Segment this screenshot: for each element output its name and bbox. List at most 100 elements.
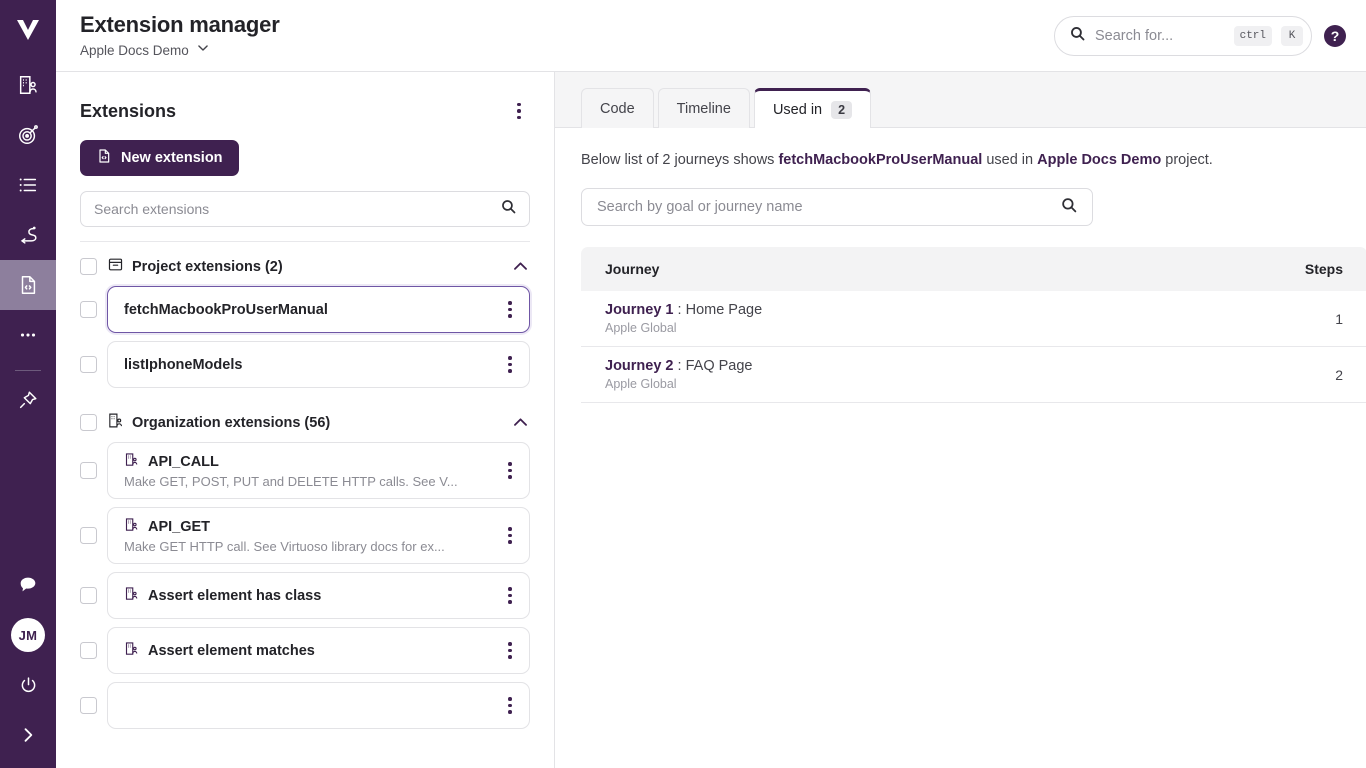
list-icon	[17, 174, 39, 196]
extension-card-listiphonemodels[interactable]: listIphoneModels	[107, 341, 530, 388]
extension-card-body: Assert element matches	[124, 634, 499, 667]
used-in-description: Below list of 2 journeys shows fetchMacb…	[581, 152, 1340, 168]
chevron-up-icon[interactable]	[511, 413, 530, 432]
extension-checkbox[interactable]	[80, 356, 97, 373]
chat-bubble-icon	[17, 574, 39, 596]
extension-card-api-get[interactable]: API_GET Make GET HTTP call. See Virtuoso…	[107, 507, 530, 564]
extension-checkbox[interactable]	[80, 697, 97, 714]
rail-divider	[15, 370, 41, 371]
journey-search-placeholder: Search by goal or journey name	[597, 199, 803, 215]
search-icon[interactable]	[1060, 196, 1078, 219]
global-search[interactable]: Search for... ctrl K	[1054, 15, 1312, 56]
virtuoso-logo-icon[interactable]	[0, 0, 56, 60]
group-label-organization: Organization extensions (56)	[107, 412, 330, 433]
desc-extension-name: fetchMacbookProUserManual	[778, 152, 983, 168]
table-row[interactable]: Journey 2 : FAQ Page Apple Global 2	[581, 347, 1366, 403]
search-icon	[1069, 25, 1086, 47]
tab-used-in[interactable]: Used in 2	[753, 88, 872, 128]
extension-title-row: API_GET	[124, 517, 499, 536]
sidebar-item-test-plans[interactable]	[0, 160, 56, 210]
kebab-menu-icon[interactable]	[499, 297, 521, 323]
extension-name: Assert element has class	[148, 587, 322, 604]
journey-separator: :	[673, 302, 686, 318]
sidebar-item-organization[interactable]	[0, 60, 56, 110]
group-label-project: Project extensions (2)	[107, 256, 283, 277]
extension-row-partial	[80, 682, 530, 729]
journey-path-icon	[17, 224, 39, 246]
global-search-placeholder: Search for...	[1095, 27, 1174, 44]
extensions-panel-header: Extensions	[56, 72, 554, 124]
extension-name: fetchMacbookProUserManual	[124, 301, 328, 318]
right-area: Extension manager Apple Docs Demo Search…	[56, 0, 1366, 768]
kebab-menu-icon[interactable]	[499, 638, 521, 664]
journey-title: FAQ Page	[685, 358, 753, 374]
extension-card-partial[interactable]	[107, 682, 530, 729]
tab-code[interactable]: Code	[581, 88, 654, 128]
chevron-right-icon	[18, 725, 38, 745]
support-chat-button[interactable]	[0, 560, 56, 610]
sidebar-item-goals[interactable]	[0, 110, 56, 160]
desc-after: project.	[1161, 152, 1213, 168]
logout-button[interactable]	[0, 660, 56, 710]
extension-checkbox[interactable]	[80, 462, 97, 479]
extension-row: API_GET Make GET HTTP call. See Virtuoso…	[80, 507, 530, 564]
extension-card-fetchmacbookprousermanual[interactable]: fetchMacbookProUserManual	[107, 286, 530, 333]
extension-title-row: Assert element matches	[124, 641, 499, 660]
tab-timeline[interactable]: Timeline	[657, 88, 750, 128]
tab-used-in-label: Used in	[772, 101, 823, 118]
more-dots-icon	[17, 324, 39, 346]
kebab-menu-icon[interactable]	[508, 98, 530, 124]
header-titles: Extension manager Apple Docs Demo	[80, 12, 280, 60]
organization-extension-icon	[107, 412, 124, 433]
page-title: Extension manager	[80, 11, 280, 37]
extension-row: Assert element matches	[80, 627, 530, 674]
app-header: Extension manager Apple Docs Demo Search…	[56, 0, 1366, 72]
organization-icon	[17, 74, 39, 96]
extension-card-api-call[interactable]: API_CALL Make GET, POST, PUT and DELETE …	[107, 442, 530, 499]
main-content: Code Timeline Used in 2 Below list of 2 …	[555, 72, 1366, 768]
kebab-menu-icon[interactable]	[499, 352, 521, 378]
extensions-search[interactable]: Search extensions	[80, 191, 530, 227]
group-checkbox-project[interactable]	[80, 258, 97, 275]
journey-steps: 1	[1335, 310, 1343, 327]
group-header-project-extensions: Project extensions (2)	[80, 242, 530, 286]
sidebar-item-more[interactable]	[0, 310, 56, 360]
kebab-menu-icon[interactable]	[499, 458, 521, 484]
help-icon[interactable]: ?	[1324, 24, 1346, 47]
extension-card-body: API_GET Make GET HTTP call. See Virtuoso…	[124, 510, 499, 561]
extension-checkbox[interactable]	[80, 301, 97, 318]
journey-name: Journey 2 : FAQ Page	[605, 358, 1273, 374]
new-extension-icon	[96, 148, 112, 168]
kebab-menu-icon[interactable]	[499, 523, 521, 549]
extension-checkbox[interactable]	[80, 642, 97, 659]
extension-checkbox[interactable]	[80, 587, 97, 604]
extension-checkbox[interactable]	[80, 527, 97, 544]
kebab-menu-icon[interactable]	[499, 583, 521, 609]
table-header: Journey Steps	[581, 247, 1366, 291]
expand-rail-button[interactable]	[0, 710, 56, 760]
goal-target-icon	[17, 124, 39, 146]
tab-used-in-badge: 2	[831, 100, 853, 119]
group-checkbox-organization[interactable]	[80, 414, 97, 431]
body: Extensions New extension Search extensio…	[56, 72, 1366, 768]
table-row[interactable]: Journey 1 : Home Page Apple Global 1	[581, 291, 1366, 347]
extension-card-assert-element-has-class[interactable]: Assert element has class	[107, 572, 530, 619]
new-extension-button[interactable]: New extension	[80, 140, 239, 176]
sidebar-item-pinned[interactable]	[0, 375, 56, 425]
user-avatar[interactable]: JM	[0, 610, 56, 660]
chevron-up-icon[interactable]	[511, 257, 530, 276]
project-selector[interactable]: Apple Docs Demo	[80, 41, 280, 60]
extension-description: Make GET, POST, PUT and DELETE HTTP call…	[124, 474, 458, 489]
sidebar-item-journeys[interactable]	[0, 210, 56, 260]
search-icon[interactable]	[500, 198, 517, 220]
extension-name: API_CALL	[148, 453, 219, 470]
avatar-initials: JM	[11, 618, 45, 652]
extensions-search-placeholder: Search extensions	[94, 201, 210, 217]
sidebar-item-extensions[interactable]	[0, 260, 56, 310]
journey-search[interactable]: Search by goal or journey name	[581, 188, 1093, 226]
extension-name: Assert element matches	[148, 642, 315, 659]
desc-middle: used in	[982, 152, 1038, 168]
extension-name: API_GET	[148, 518, 211, 535]
extension-card-assert-element-matches[interactable]: Assert element matches	[107, 627, 530, 674]
kebab-menu-icon[interactable]	[499, 693, 521, 719]
